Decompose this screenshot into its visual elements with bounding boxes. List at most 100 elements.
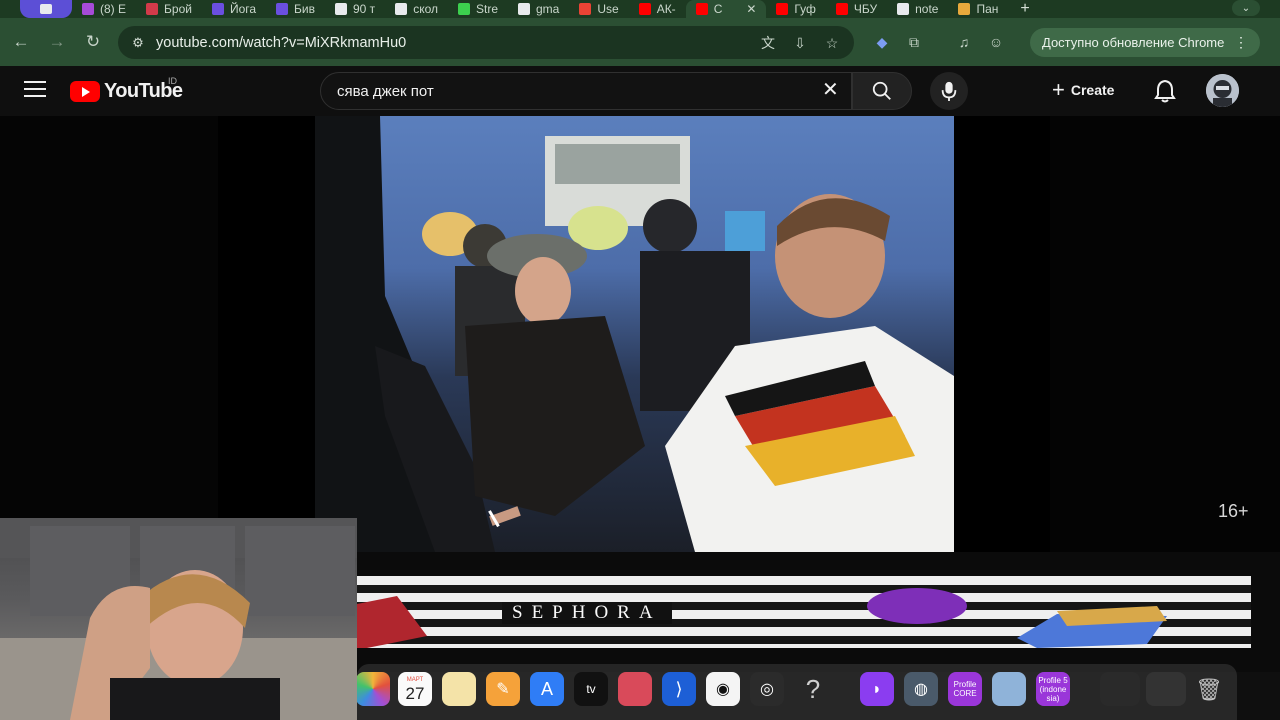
chrome-update-button[interactable]: Доступно обновление Chrome ⋮ xyxy=(1030,28,1260,57)
address-bar-actions: 文 ⇩ ☆ xyxy=(756,31,844,55)
tab-favicon-icon xyxy=(395,3,408,15)
plus-icon: + xyxy=(1052,77,1065,102)
back-button[interactable]: ← xyxy=(6,27,36,57)
sephora-ad-banner[interactable]: SEPHORA xyxy=(357,576,1251,648)
tab-label: Брой xyxy=(164,2,192,16)
microphone-icon xyxy=(941,81,957,101)
iphone-mirroring-icon[interactable] xyxy=(618,672,652,706)
browser-tab[interactable]: ЧБУ xyxy=(826,0,887,18)
search-query[interactable]: сява джек пот xyxy=(337,83,434,100)
tab-favicon-icon xyxy=(82,3,94,15)
close-tab-icon[interactable]: ✕ xyxy=(746,2,756,16)
tab-label: Бив xyxy=(294,2,315,16)
video-frame[interactable] xyxy=(315,116,954,552)
kebab-menu-icon[interactable]: ⋮ xyxy=(1234,34,1248,51)
tab-favicon-icon xyxy=(776,3,789,15)
browser-tab[interactable]: Брой xyxy=(136,0,202,18)
reload-button[interactable]: ↻ xyxy=(78,27,108,57)
browser-tab[interactable]: Йога xyxy=(202,0,266,18)
browser-tab[interactable]: Пан xyxy=(948,0,1008,18)
recent-window-thumbnail-2[interactable] xyxy=(1146,672,1186,706)
screen: (8) E Брой Йога Бив 90 т скол Stre gma Use АК- С ✕ Г… xyxy=(0,0,1280,720)
notes-app-icon[interactable] xyxy=(442,672,476,706)
vscode-app-icon[interactable]: ⟩ xyxy=(662,672,696,706)
profile-icon xyxy=(40,4,52,14)
app-store-icon[interactable]: A xyxy=(530,672,564,706)
question-label: ? xyxy=(805,673,821,704)
ad-brand-text: SEPHORA xyxy=(502,602,672,624)
update-label: Доступно обновление Chrome xyxy=(1042,35,1225,50)
tab-label: note xyxy=(915,2,939,16)
profile-core-icon[interactable]: Profile CORE xyxy=(948,672,982,706)
calendar-app-icon[interactable]: МАРТ 27 xyxy=(398,672,432,706)
webcam-overlay xyxy=(0,518,357,720)
install-app-icon[interactable]: ⇩ xyxy=(788,31,812,55)
profile-5-icon[interactable]: Profile 5 (indone sia) xyxy=(1036,672,1070,706)
tab-label: (8) E xyxy=(100,2,127,16)
tab-label: 90 т xyxy=(353,2,376,16)
search-input[interactable]: сява джек пот xyxy=(320,72,852,110)
browser-tab[interactable]: Гуф xyxy=(766,0,825,18)
tab-label: Use xyxy=(597,2,619,16)
youtube-play-icon xyxy=(70,81,100,102)
tab-profile[interactable] xyxy=(20,0,72,18)
tab-label: Stre xyxy=(475,2,498,16)
puzzle-extensions-icon[interactable]: ⧉ xyxy=(902,30,926,54)
browser-tab[interactable]: note xyxy=(887,0,948,18)
tab-favicon-icon xyxy=(211,3,224,15)
ad-decor xyxy=(357,588,1167,648)
stats-app-icon[interactable]: ◉ xyxy=(706,672,740,706)
tab-label: скол xyxy=(413,2,438,16)
tab-favicon-icon xyxy=(518,3,530,15)
bell-icon xyxy=(1154,79,1176,103)
avatar-image xyxy=(1206,74,1239,107)
preview-app-icon[interactable] xyxy=(992,672,1026,706)
browser-tab[interactable]: 90 т xyxy=(325,0,385,18)
bookmark-star-icon[interactable]: ☆ xyxy=(820,31,844,55)
browser-tab[interactable]: АК- xyxy=(629,0,686,18)
ambient-right xyxy=(1050,116,1280,552)
search-button[interactable] xyxy=(852,72,912,110)
browser-tab[interactable]: Use xyxy=(569,0,628,18)
trash-icon[interactable]: 🗑 xyxy=(1192,672,1226,706)
help-icon[interactable]: ? xyxy=(796,672,830,706)
pillarbox-right xyxy=(954,116,1050,552)
site-info-icon[interactable]: ⚙ xyxy=(126,31,150,55)
chrome-profile-icon[interactable]: ◍ xyxy=(904,672,938,706)
tab-label: ЧБУ xyxy=(853,2,878,16)
translate-icon[interactable]: 文 xyxy=(756,31,780,55)
browser-toolbar: ← → ↻ ⚙ youtube.com/watch?v=MiXRkmamHu0 … xyxy=(0,18,1280,66)
create-button[interactable]: + Create xyxy=(1052,77,1114,102)
pages-app-icon[interactable]: ✎ xyxy=(486,672,520,706)
browser-tab[interactable]: gma xyxy=(508,0,569,18)
tab-favicon-icon xyxy=(835,3,848,15)
webcam-image xyxy=(0,518,357,720)
obs-app-icon[interactable]: ◎ xyxy=(750,672,784,706)
tab-label: gma xyxy=(536,2,560,16)
profile-icon[interactable]: ☺ xyxy=(984,30,1008,54)
browser-tab[interactable]: Бив xyxy=(266,0,325,18)
notifications-button[interactable] xyxy=(1154,79,1176,108)
forward-button[interactable]: → xyxy=(42,27,72,57)
youtube-logo[interactable]: YouTube xyxy=(70,80,183,103)
ambient-left xyxy=(0,116,218,552)
new-tab-button[interactable]: + xyxy=(1008,0,1041,18)
browser-tab[interactable]: Stre xyxy=(448,0,508,18)
account-avatar[interactable] xyxy=(1206,74,1239,107)
recent-window-thumbnail[interactable] xyxy=(1100,672,1140,706)
media-controls-icon[interactable]: ♫ xyxy=(952,30,976,54)
hamburger-menu-icon[interactable] xyxy=(24,81,46,99)
browser-profile-icon[interactable]: ◗ xyxy=(860,672,894,706)
browser-tab[interactable]: (8) E xyxy=(72,0,136,18)
apple-tv-app-icon[interactable]: tv xyxy=(574,672,608,706)
tab-favicon-icon xyxy=(958,3,971,15)
photos-app-icon[interactable] xyxy=(356,672,390,706)
tab-search-button[interactable]: ⌄ xyxy=(1232,0,1260,16)
url-text[interactable]: youtube.com/watch?v=MiXRkmamHu0 xyxy=(156,35,406,51)
clear-search-icon[interactable]: ✕ xyxy=(822,79,839,101)
browser-tab[interactable]: скол xyxy=(385,0,448,18)
vpn-extension-icon[interactable]: ◆ xyxy=(870,30,894,54)
voice-search-button[interactable] xyxy=(930,72,968,110)
address-bar[interactable]: ⚙ youtube.com/watch?v=MiXRkmamHu0 文 ⇩ ☆ xyxy=(118,26,854,59)
browser-tab[interactable]: С ✕ xyxy=(685,0,767,18)
